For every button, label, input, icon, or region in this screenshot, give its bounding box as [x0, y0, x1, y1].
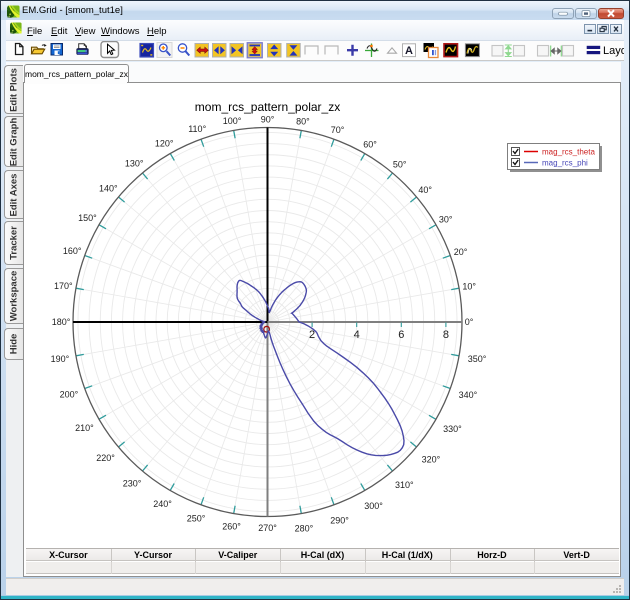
svg-text:6: 6	[398, 329, 404, 341]
svg-text:240°: 240°	[153, 499, 172, 509]
svg-text:120°: 120°	[155, 138, 174, 148]
svg-text:10°: 10°	[462, 282, 476, 292]
svg-text:320°: 320°	[422, 454, 441, 464]
svg-text:0°: 0°	[465, 317, 474, 327]
svg-text:170°: 170°	[54, 281, 73, 291]
svg-text:70°: 70°	[331, 125, 345, 135]
svg-text:340°: 340°	[459, 390, 478, 400]
svg-text:220°: 220°	[96, 453, 115, 463]
svg-text:260°: 260°	[222, 522, 241, 532]
svg-text:Layout: Layout	[603, 45, 624, 57]
svg-text:20°: 20°	[454, 247, 468, 257]
svg-text:280°: 280°	[295, 524, 314, 534]
svg-text:250°: 250°	[187, 514, 206, 524]
svg-text:180°: 180°	[52, 317, 71, 327]
svg-text:90°: 90°	[261, 115, 275, 125]
svg-text:230°: 230°	[123, 479, 142, 489]
svg-text:270°: 270°	[258, 523, 277, 533]
svg-text:150°: 150°	[78, 213, 97, 223]
svg-text:330°: 330°	[443, 424, 462, 434]
svg-text:4: 4	[354, 329, 360, 341]
svg-text:140°: 140°	[99, 184, 118, 194]
svg-text:80°: 80°	[296, 117, 310, 127]
svg-text:210°: 210°	[75, 423, 94, 433]
svg-text:30°: 30°	[439, 214, 453, 224]
svg-text:160°: 160°	[63, 246, 82, 256]
svg-text:310°: 310°	[395, 480, 414, 490]
svg-text:8: 8	[443, 329, 449, 341]
svg-text:110°: 110°	[188, 124, 206, 134]
svg-text:mag_rcs_phi: mag_rcs_phi	[542, 159, 588, 168]
svg-text:mag_rcs_theta: mag_rcs_theta	[542, 148, 595, 157]
svg-text:300°: 300°	[364, 501, 383, 511]
svg-text:60°: 60°	[363, 139, 377, 149]
svg-text:mom_rcs_pattern_polar_zx: mom_rcs_pattern_polar_zx	[195, 100, 340, 114]
svg-text:200°: 200°	[60, 390, 79, 400]
svg-text:40°: 40°	[418, 185, 432, 195]
svg-text:A: A	[405, 45, 413, 57]
svg-text:50°: 50°	[393, 160, 407, 170]
svg-text:100°: 100°	[223, 116, 242, 126]
svg-text:290°: 290°	[330, 515, 349, 525]
svg-text:190°: 190°	[51, 354, 70, 364]
svg-text:130°: 130°	[125, 158, 144, 168]
svg-text:350°: 350°	[468, 354, 487, 364]
